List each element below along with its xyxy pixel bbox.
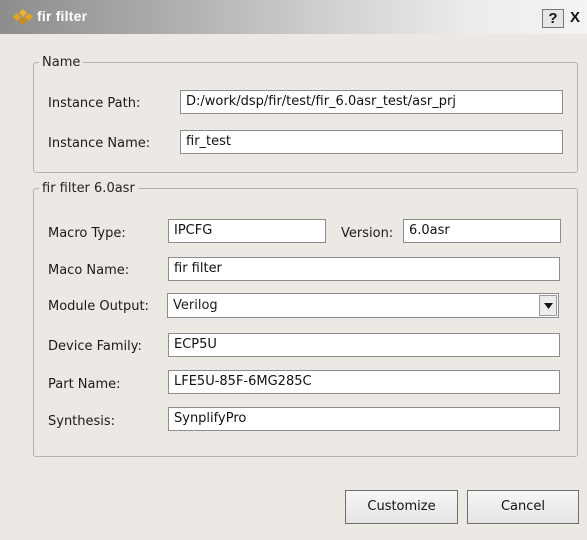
cancel-button[interactable]: Cancel (467, 490, 579, 524)
instance-name-label: Instance Name: (48, 136, 151, 151)
part-name-field[interactable]: LFE5U-85F-6MG285C (168, 370, 560, 394)
module-output-value: Verilog (173, 298, 218, 313)
maco-name-field[interactable]: fir filter (168, 257, 560, 281)
device-family-label: Device Family: (48, 339, 142, 354)
help-button[interactable]: ? (542, 9, 564, 28)
module-output-select[interactable]: Verilog (167, 293, 559, 318)
diamond-logo-icon (13, 9, 33, 25)
version-field[interactable]: 6.0asr (403, 219, 561, 243)
maco-name-label: Maco Name: (48, 263, 130, 278)
macro-type-label: Macro Type: (48, 226, 126, 241)
fir-group-legend: fir filter 6.0asr (42, 181, 135, 196)
name-group-legend: Name (42, 55, 81, 70)
module-output-label: Module Output: (48, 299, 149, 314)
close-button[interactable]: X (567, 9, 583, 26)
instance-name-field[interactable]: fir_test (180, 130, 563, 154)
synthesis-label: Synthesis: (48, 414, 116, 429)
title-bar[interactable]: fir filter ? X (0, 0, 587, 34)
name-group: Name (33, 55, 578, 173)
fir-filter-dialog: fir filter ? X Name Instance Path: D:/wo… (0, 0, 587, 540)
window-title: fir filter (37, 8, 88, 24)
dropdown-button[interactable] (539, 295, 557, 316)
chevron-down-icon (543, 302, 553, 309)
part-name-label: Part Name: (48, 377, 121, 392)
device-family-field[interactable]: ECP5U (168, 333, 560, 357)
customize-button[interactable]: Customize (345, 490, 458, 524)
synthesis-field[interactable]: SynplifyPro (168, 407, 560, 431)
version-label: Version: (341, 226, 394, 241)
instance-path-field[interactable]: D:/work/dsp/fir/test/fir_6.0asr_test/asr… (180, 90, 563, 114)
instance-path-label: Instance Path: (48, 96, 141, 111)
macro-type-field[interactable]: IPCFG (168, 219, 326, 243)
